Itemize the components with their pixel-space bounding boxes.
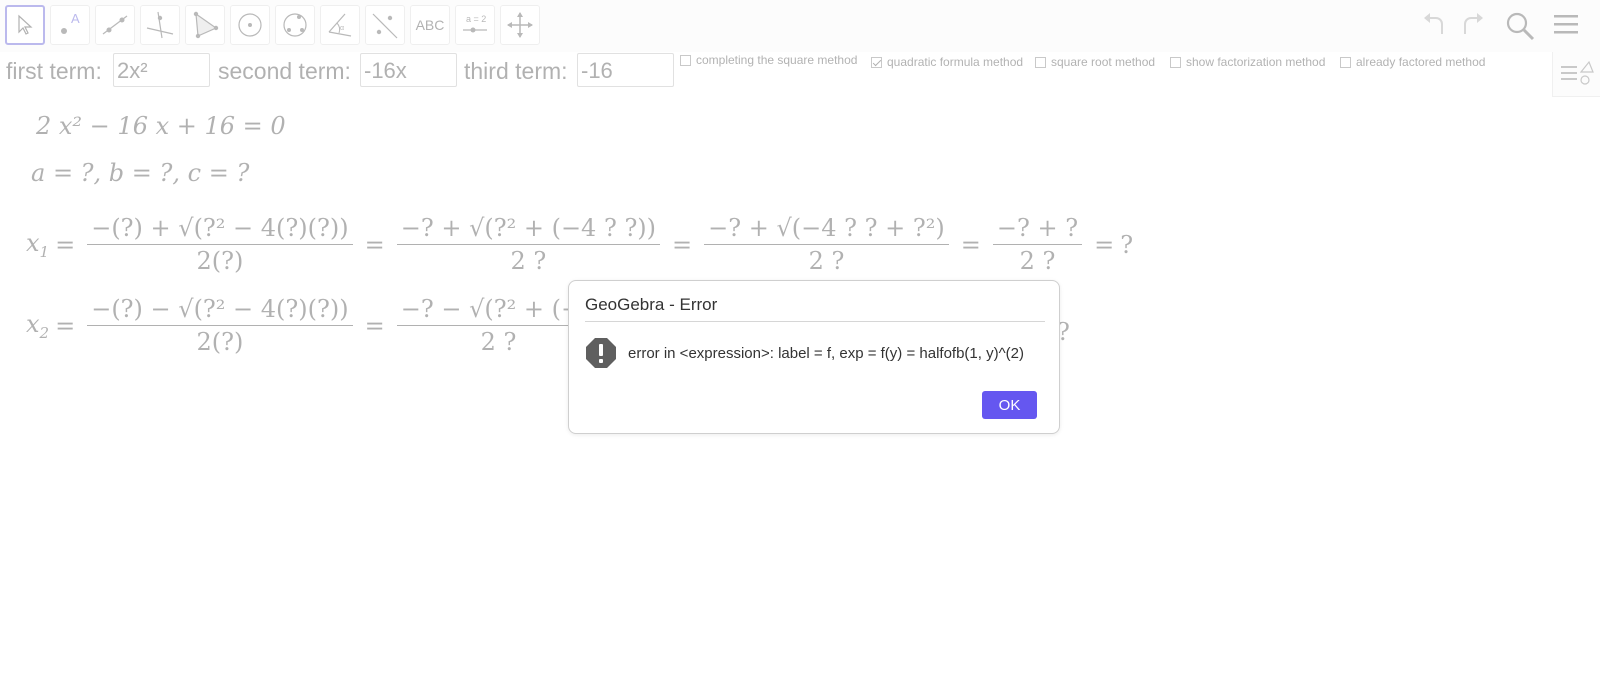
checkbox-label: already factored method — [1356, 55, 1486, 69]
polygon-tool-button[interactable] — [185, 5, 225, 45]
checkbox-label: square root method — [1051, 55, 1156, 69]
move-view-icon — [507, 12, 533, 38]
first-term-label: first term: — [6, 58, 102, 84]
reflect-tool-button[interactable] — [365, 5, 405, 45]
first-term-input[interactable]: 2x² — [113, 53, 210, 87]
third-term-input[interactable]: -16 — [577, 53, 674, 87]
third-term-label: third term: — [464, 58, 568, 84]
quadratic-formula-checkbox[interactable]: quadratic formula method — [871, 55, 1023, 69]
point-icon: A — [61, 11, 80, 34]
svg-text:A: A — [71, 11, 80, 26]
text-tool-button[interactable]: ABC — [410, 5, 450, 45]
fraction: −? + ? 2 ? — [992, 214, 1083, 275]
angle-icon: α — [328, 13, 352, 37]
line-tool-button[interactable] — [95, 5, 135, 45]
arrow-cursor-icon — [18, 14, 33, 35]
move-graphics-tool-button[interactable] — [500, 5, 540, 45]
angle-tool-button[interactable]: α — [320, 5, 360, 45]
style-bar-toggle-button[interactable] — [1552, 52, 1600, 97]
second-term-input[interactable]: -16x — [360, 53, 457, 87]
point-tool-button[interactable]: A — [50, 5, 90, 45]
slider-icon: a = 2 — [463, 14, 487, 33]
checkbox-box[interactable] — [1340, 56, 1351, 68]
fraction: −(?) − √(?² − 4(?)(?)) 2(?) — [87, 295, 353, 356]
move-tool-button[interactable] — [5, 5, 45, 45]
fraction: −? + √(−4 ? ? + ?²) 2 ? — [704, 214, 949, 275]
search-icon[interactable] — [1504, 10, 1536, 42]
fraction: −? + √(?² + (−4 ? ?)) 2 ? — [396, 214, 661, 275]
redo-icon[interactable] — [1457, 10, 1487, 40]
x1-variable: x1 — [26, 228, 50, 261]
reflect-line-icon — [372, 13, 398, 39]
menu-icon[interactable] — [1551, 10, 1581, 40]
fraction: −(?) + √(?² − 4(?)(?)) 2(?) — [87, 214, 353, 275]
slider-tool-button[interactable]: a = 2 — [455, 5, 495, 45]
square-root-checkbox[interactable]: square root method — [1035, 55, 1155, 69]
completing-square-checkbox[interactable]: completing the square method — [680, 53, 857, 67]
x2-formula-row: x2 = −(?) − √(?² − 4(?)(?)) 2(?) = −? − √… — [26, 295, 606, 356]
circle-center-icon — [238, 13, 262, 37]
checkbox-label: show factorization method — [1186, 55, 1326, 69]
line-icon — [102, 15, 128, 35]
checkbox-label: completing the square method — [696, 53, 858, 67]
show-factorization-checkbox[interactable]: show factorization method — [1170, 55, 1325, 69]
checkbox-box[interactable] — [1035, 56, 1046, 68]
style-bar-icon — [1561, 60, 1594, 85]
x1-formula-row: x1 = −(?) + √(?² − 4(?)(?)) 2(?) = −? + √… — [26, 214, 1134, 275]
ok-button[interactable]: OK — [982, 391, 1037, 419]
circle-three-points-tool-button[interactable] — [275, 5, 315, 45]
checkbox-box-checked[interactable] — [871, 56, 882, 68]
dialog-title: GeoGebra - Error — [585, 295, 1045, 322]
checkbox-box[interactable] — [680, 54, 691, 66]
coefficients-text: a = ?, b = ?, c = ? — [31, 159, 250, 187]
perpendicular-tool-button[interactable] — [140, 5, 180, 45]
equation-text: 2 x² − 16 x + 16 = 0 — [36, 112, 286, 140]
circle-three-points-icon — [283, 13, 307, 37]
text-icon: ABC — [415, 17, 445, 33]
second-term-label: second term: — [218, 58, 351, 84]
checkbox-box[interactable] — [1170, 56, 1181, 68]
undo-icon[interactable] — [1420, 10, 1450, 40]
error-message: error in <expression>: label = f, exp = … — [628, 345, 1024, 362]
checkbox-label: quadratic formula method — [887, 55, 1024, 69]
svg-text:α: α — [340, 25, 344, 32]
already-factored-checkbox[interactable]: already factored method — [1340, 55, 1485, 69]
circle-center-tool-button[interactable] — [230, 5, 270, 45]
polygon-icon — [193, 11, 219, 39]
perpendicular-line-icon — [146, 11, 174, 39]
error-icon — [586, 338, 616, 368]
svg-text:a = 2: a = 2 — [466, 14, 486, 24]
x2-variable: x2 — [26, 309, 50, 342]
toolbar: A α ABC a = 2 — [0, 0, 1600, 52]
x1-result: ? — [1120, 230, 1134, 259]
error-dialog: GeoGebra - Error error in <expression>: … — [568, 280, 1060, 434]
